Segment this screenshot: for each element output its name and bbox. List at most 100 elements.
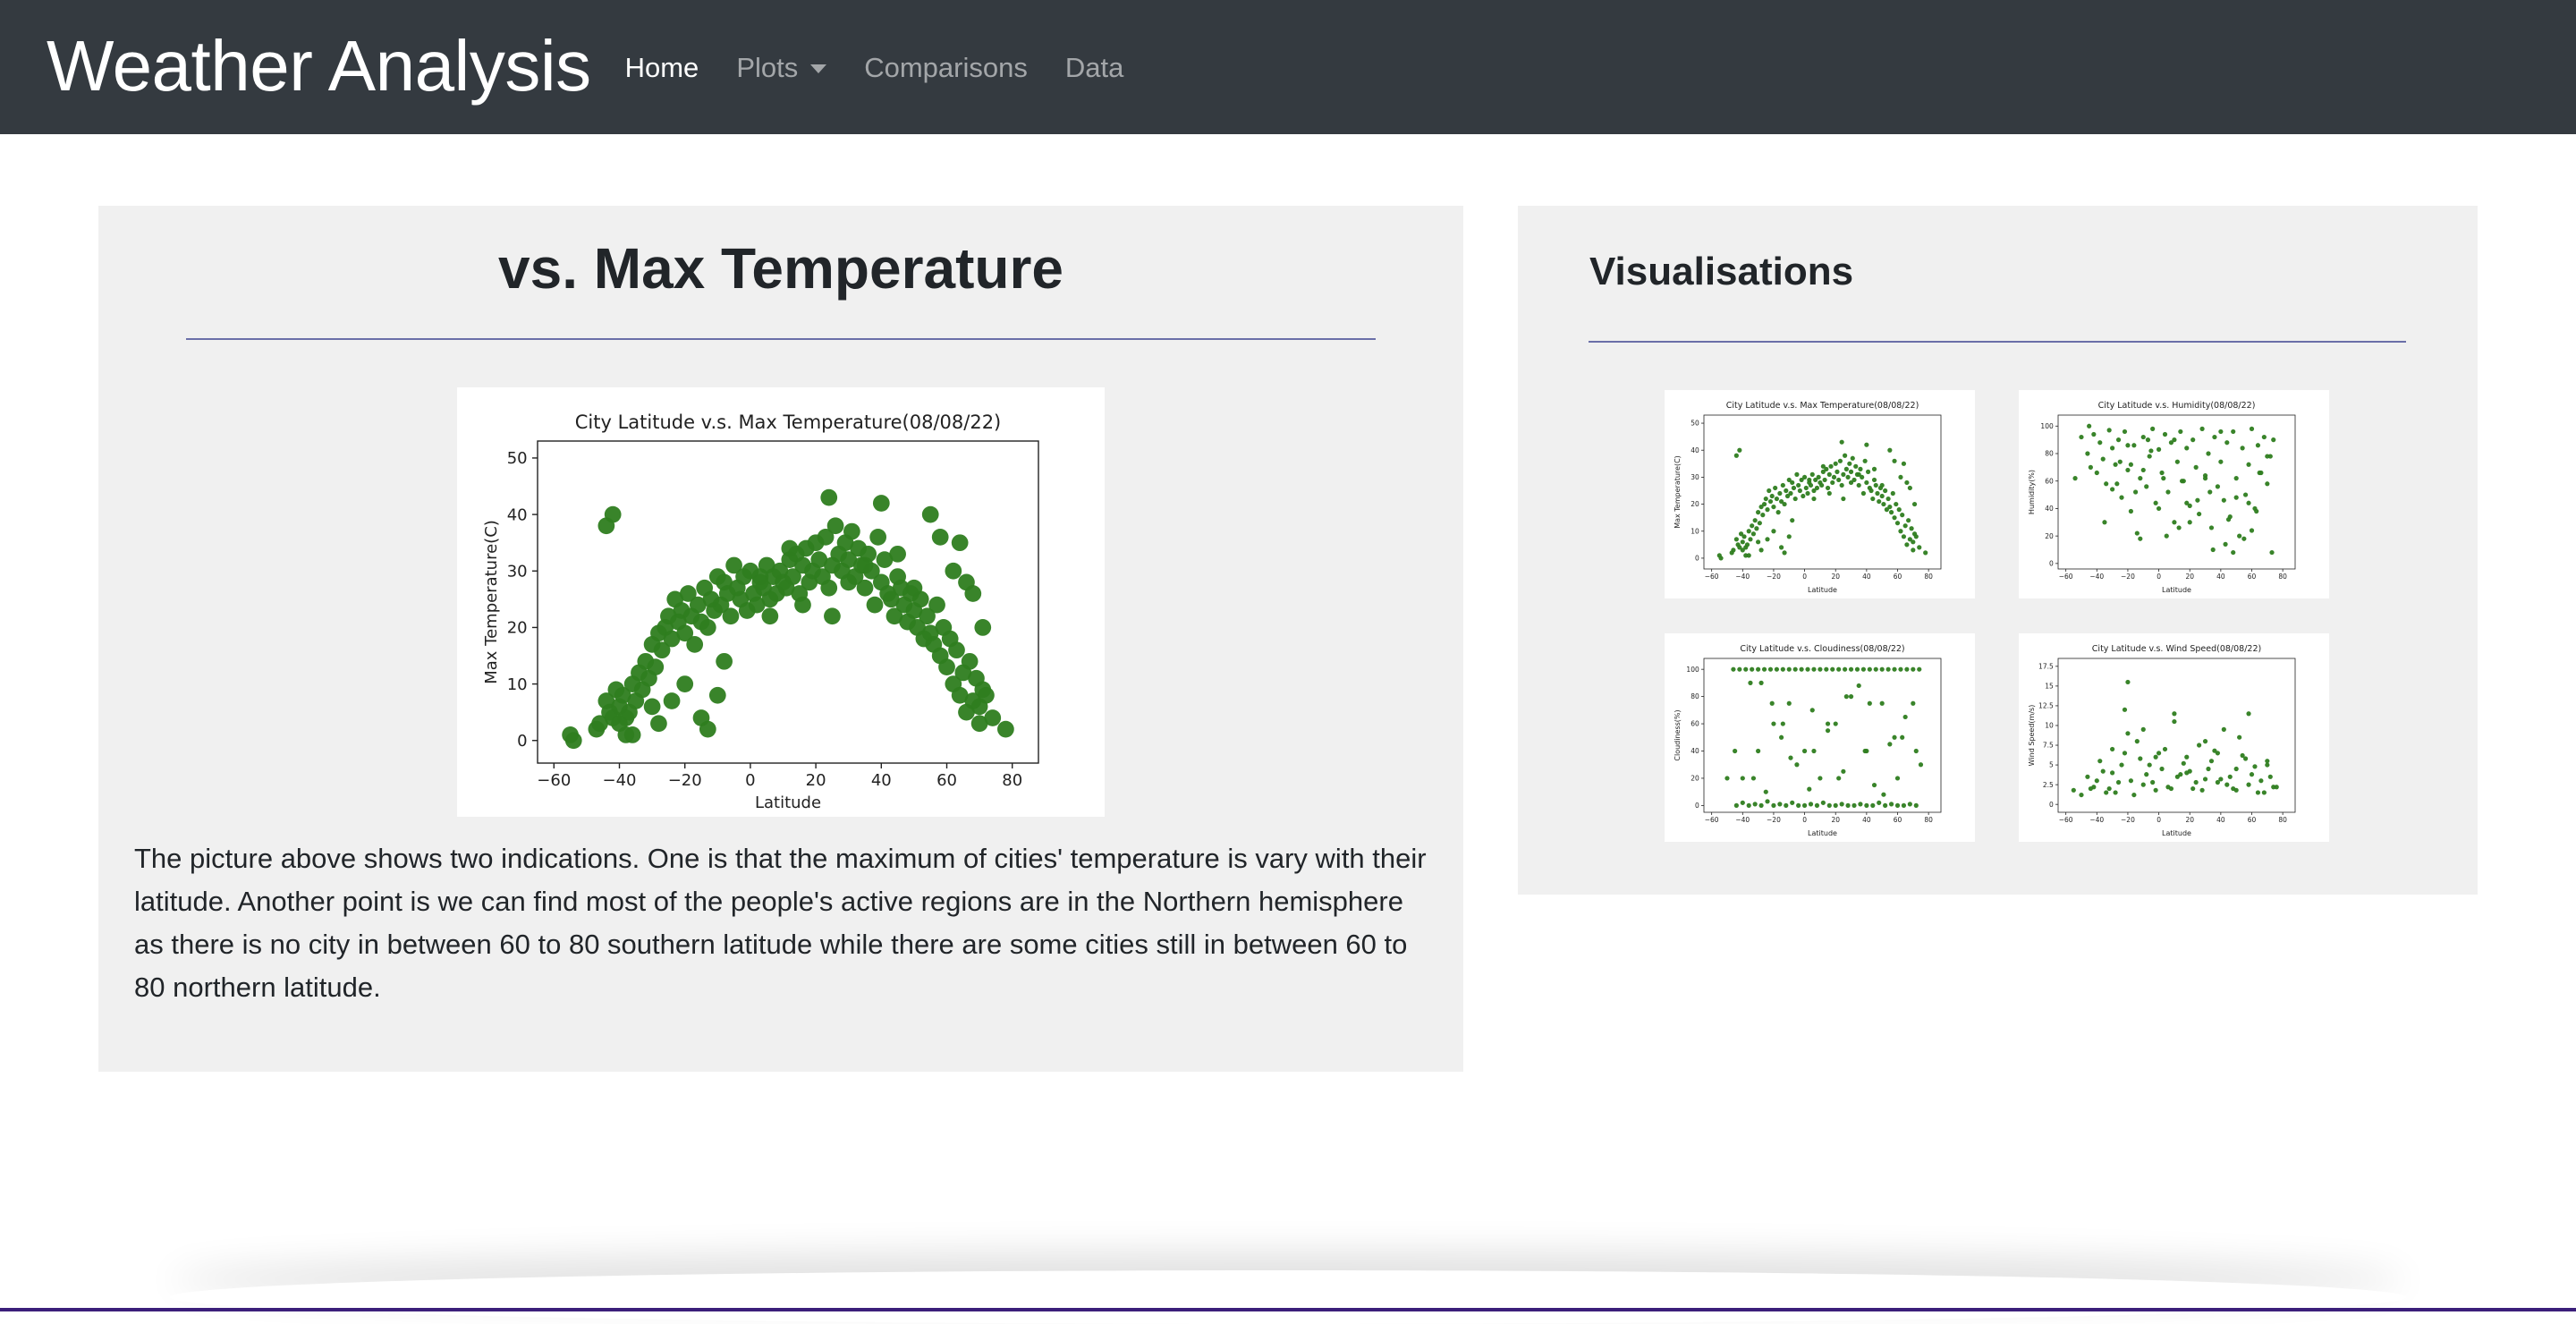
thumbnail-humidity[interactable]: City Latitude v.s. Humidity(08/08/22) −60… [2019,390,2329,598]
data-point [1854,666,1860,672]
data-point [2147,762,2152,768]
nav-data-link[interactable]: Data [1065,52,1123,84]
data-point [1856,683,1861,689]
nav-plots-dropdown[interactable]: Plots [736,52,827,84]
data-point [1763,789,1768,794]
y-axis-label: Cloudiness(%) [1674,709,1682,760]
data-point [699,619,716,636]
x-tick-label: 20 [1831,573,1840,581]
data-point [826,517,844,535]
data-point [2125,679,2131,685]
x-tick-label: −40 [2089,573,2104,581]
chart-description: The picture above shows two indications.… [134,843,1427,1003]
data-point [1786,534,1792,539]
data-point [1780,721,1785,726]
x-tick-label: −60 [2059,573,2073,581]
data-point [2223,541,2228,547]
data-point [1767,488,1772,494]
data-point [2097,759,2103,764]
data-point [2199,426,2205,431]
x-tick-label: 80 [1924,573,1933,581]
nav-home-link[interactable]: Home [625,52,699,84]
data-point [1843,666,1848,672]
data-point [2224,440,2230,446]
data-point [1777,490,1783,496]
nav-links: Home Plots Comparisons Data [625,52,1162,84]
data-point [1845,474,1851,480]
data-point [2125,443,2131,448]
data-point [2134,739,2140,744]
chart-title: City Latitude v.s. Max Temperature(08/08… [1726,401,1919,411]
data-point [1894,501,1899,507]
data-point [2100,768,2106,774]
footer-bar [0,1308,2576,1311]
data-point [1758,547,1764,553]
data-point [604,505,622,523]
y-tick-label: 0 [1695,555,1699,563]
y-tick-label: 0 [2049,559,2054,567]
data-point [1900,734,1905,740]
data-point [1887,447,1893,453]
y-tick-label: 0 [1695,802,1699,810]
data-point [1773,485,1778,491]
thumbnail-max-temperature[interactable]: City Latitude v.s. Max Temperature(08/08… [1665,390,1975,598]
data-point [1822,477,1827,483]
data-point [2246,500,2251,505]
data-point [1890,490,1895,496]
data-point [1799,666,1804,672]
data-point [1784,488,1789,494]
y-tick-label: 40 [1690,446,1699,454]
data-point [2174,459,2180,464]
x-axis-label: Latitude [2162,829,2191,837]
data-point [2231,549,2236,556]
brand-title[interactable]: Weather Analysis [47,30,591,102]
x-tick-label: −40 [1735,573,1750,581]
data-point [1871,782,1877,788]
y-tick-label: 17.5 [2038,662,2054,670]
data-point [1780,482,1785,488]
data-point [1911,501,1918,507]
data-point [2140,782,2146,787]
data-point [1746,802,1751,808]
data-point [1901,534,1907,539]
data-point [843,522,860,540]
data-point [1839,439,1844,445]
data-point [1858,802,1863,807]
data-point [2208,759,2215,764]
data-point [2088,464,2093,470]
data-point [1807,786,1812,792]
data-point [1845,802,1851,808]
data-point [1740,776,1745,781]
data-point [1818,666,1823,672]
thumbnail-cloudiness[interactable]: City Latitude v.s. Cloudiness(08/08/22) −… [1665,633,1975,842]
x-tick-label: −40 [2089,816,2104,824]
x-tick-label: 80 [2278,816,2287,824]
data-point [686,636,704,653]
x-tick-label: −20 [2121,573,2135,581]
data-point [1864,802,1869,808]
y-axis-label: Max Temperature(C) [1674,455,1682,529]
thumbnail-wind-speed[interactable]: City Latitude v.s. Wind Speed(08/08/22) −… [2019,633,2329,842]
data-point [2159,470,2165,476]
data-point [2184,770,2190,776]
data-point [1809,471,1815,477]
data-point [2153,500,2158,505]
data-point [1911,539,1916,545]
data-point [1744,542,1750,547]
caret-down-icon [810,64,827,73]
y-tick-label: 60 [1690,720,1699,728]
nav-comparisons-link[interactable]: Comparisons [864,52,1028,84]
data-point [2195,497,2200,503]
data-point [1888,510,1894,515]
data-point [945,562,962,580]
y-tick-label: 20 [507,619,528,638]
data-point [1769,700,1775,706]
data-point [2145,437,2151,443]
data-point [1820,800,1826,805]
data-point [2085,451,2090,456]
data-point [2125,467,2131,473]
data-point [1784,802,1789,808]
data-point [1904,666,1910,672]
y-tick-label: 80 [1690,692,1699,700]
data-point [1873,482,1878,488]
